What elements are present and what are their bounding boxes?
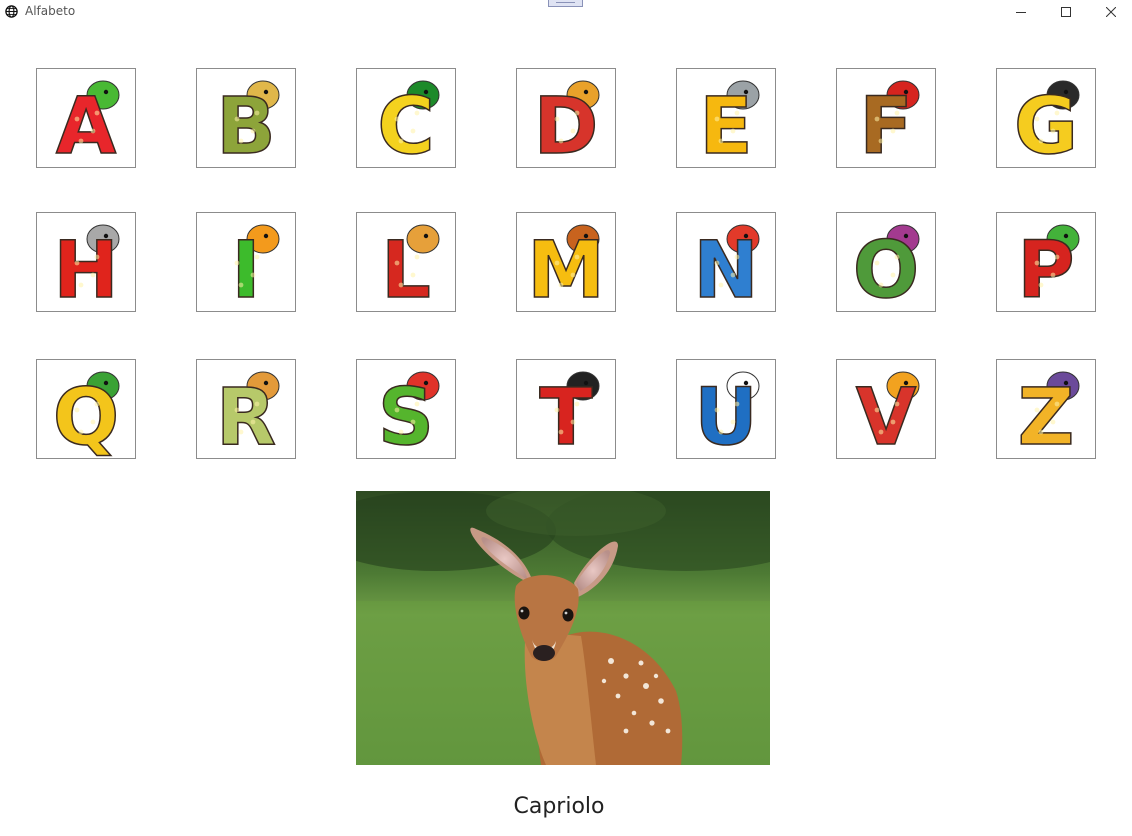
minimize-button[interactable] <box>998 0 1044 24</box>
letter-tile-q[interactable]: Q <box>36 359 136 459</box>
window-title: Alfabeto <box>25 4 76 18</box>
letter-tile-l[interactable]: L <box>356 212 456 312</box>
parrot-icon: S <box>377 371 440 458</box>
letter-tile-c[interactable]: C <box>356 68 456 168</box>
letter-glyph: F <box>859 82 912 167</box>
drag-handle[interactable] <box>548 0 583 7</box>
letter-glyph: P <box>1017 226 1074 311</box>
caterpillar-icon: C <box>377 80 440 167</box>
crocodile-icon: A <box>55 80 120 167</box>
letter-tile-z[interactable]: Z <box>996 359 1096 459</box>
letter-tile-b[interactable]: B <box>196 68 296 168</box>
letter-glyph: N <box>693 226 758 311</box>
clown-icon: G <box>1013 80 1080 167</box>
letter-glyph: E <box>699 82 752 167</box>
flowers-icon: O <box>852 224 920 311</box>
toucan-icon: T <box>539 371 600 458</box>
maximize-button[interactable] <box>1043 0 1089 24</box>
letter-glyph: T <box>539 373 592 458</box>
bow-icon: F <box>859 80 920 167</box>
gnome-icon: D <box>533 80 600 167</box>
letter-tile-h[interactable]: H <box>36 212 136 312</box>
close-icon <box>1106 7 1116 17</box>
lion-icon: L <box>380 224 440 311</box>
letter-glyph: S <box>378 373 434 458</box>
letter-tile-r[interactable]: R <box>196 359 296 459</box>
letter-glyph: R <box>216 373 276 458</box>
letter-glyph: Q <box>53 373 119 458</box>
letter-glyph: B <box>216 82 275 167</box>
letter-tile-n[interactable]: N <box>676 212 776 312</box>
letter-tile-s[interactable]: S <box>356 359 456 459</box>
letter-glyph: D <box>534 82 599 167</box>
animal-caption: Capriolo <box>513 794 605 819</box>
letter-tile-f[interactable]: F <box>836 68 936 168</box>
gnome-icon: V <box>855 371 920 458</box>
letter-tile-a[interactable]: A <box>36 68 136 168</box>
letter-glyph: A <box>56 82 116 167</box>
letter-glyph: I <box>231 226 260 311</box>
letter-glyph: U <box>694 373 757 458</box>
letter-tile-m[interactable]: M <box>516 212 616 312</box>
maximize-icon <box>1061 7 1071 17</box>
letter-glyph: L <box>381 226 431 311</box>
letter-glyph: M <box>527 226 605 311</box>
gnome-icon: B <box>216 80 280 167</box>
letter-glyph: V <box>856 373 916 458</box>
letter-tile-i[interactable]: I <box>196 212 296 312</box>
letter-tile-t[interactable]: T <box>516 359 616 459</box>
hippo-icon: H <box>53 224 120 311</box>
title-bar[interactable]: Alfabeto <box>0 0 1132 24</box>
crocodile-icon: I <box>231 224 280 311</box>
animal-photo <box>356 491 770 765</box>
beaver-icon: M <box>526 224 606 311</box>
gnome-icon: Z <box>1017 371 1080 458</box>
frog-icon: P <box>1017 224 1080 311</box>
close-button[interactable] <box>1088 0 1132 24</box>
elephant-icon: E <box>699 80 760 167</box>
parrot-icon: Q <box>52 371 120 458</box>
letter-glyph: C <box>377 82 434 167</box>
globe-icon <box>5 5 18 18</box>
letter-glyph: Z <box>1018 373 1075 458</box>
letter-tile-g[interactable]: G <box>996 68 1096 168</box>
clown-icon: N <box>693 224 760 311</box>
deer-icon <box>356 491 770 765</box>
letter-tile-u[interactable]: U <box>676 359 776 459</box>
letter-glyph: H <box>53 226 118 311</box>
letter-glyph: O <box>853 226 919 311</box>
bird-icon: U <box>694 371 760 458</box>
gnome-icon: R <box>215 371 280 458</box>
minimize-icon <box>1016 12 1026 13</box>
letter-tile-d[interactable]: D <box>516 68 616 168</box>
letter-tile-o[interactable]: O <box>836 212 936 312</box>
letter-tile-v[interactable]: V <box>836 359 936 459</box>
letter-tile-p[interactable]: P <box>996 212 1096 312</box>
letter-glyph: G <box>1014 82 1078 167</box>
letter-tile-e[interactable]: E <box>676 68 776 168</box>
